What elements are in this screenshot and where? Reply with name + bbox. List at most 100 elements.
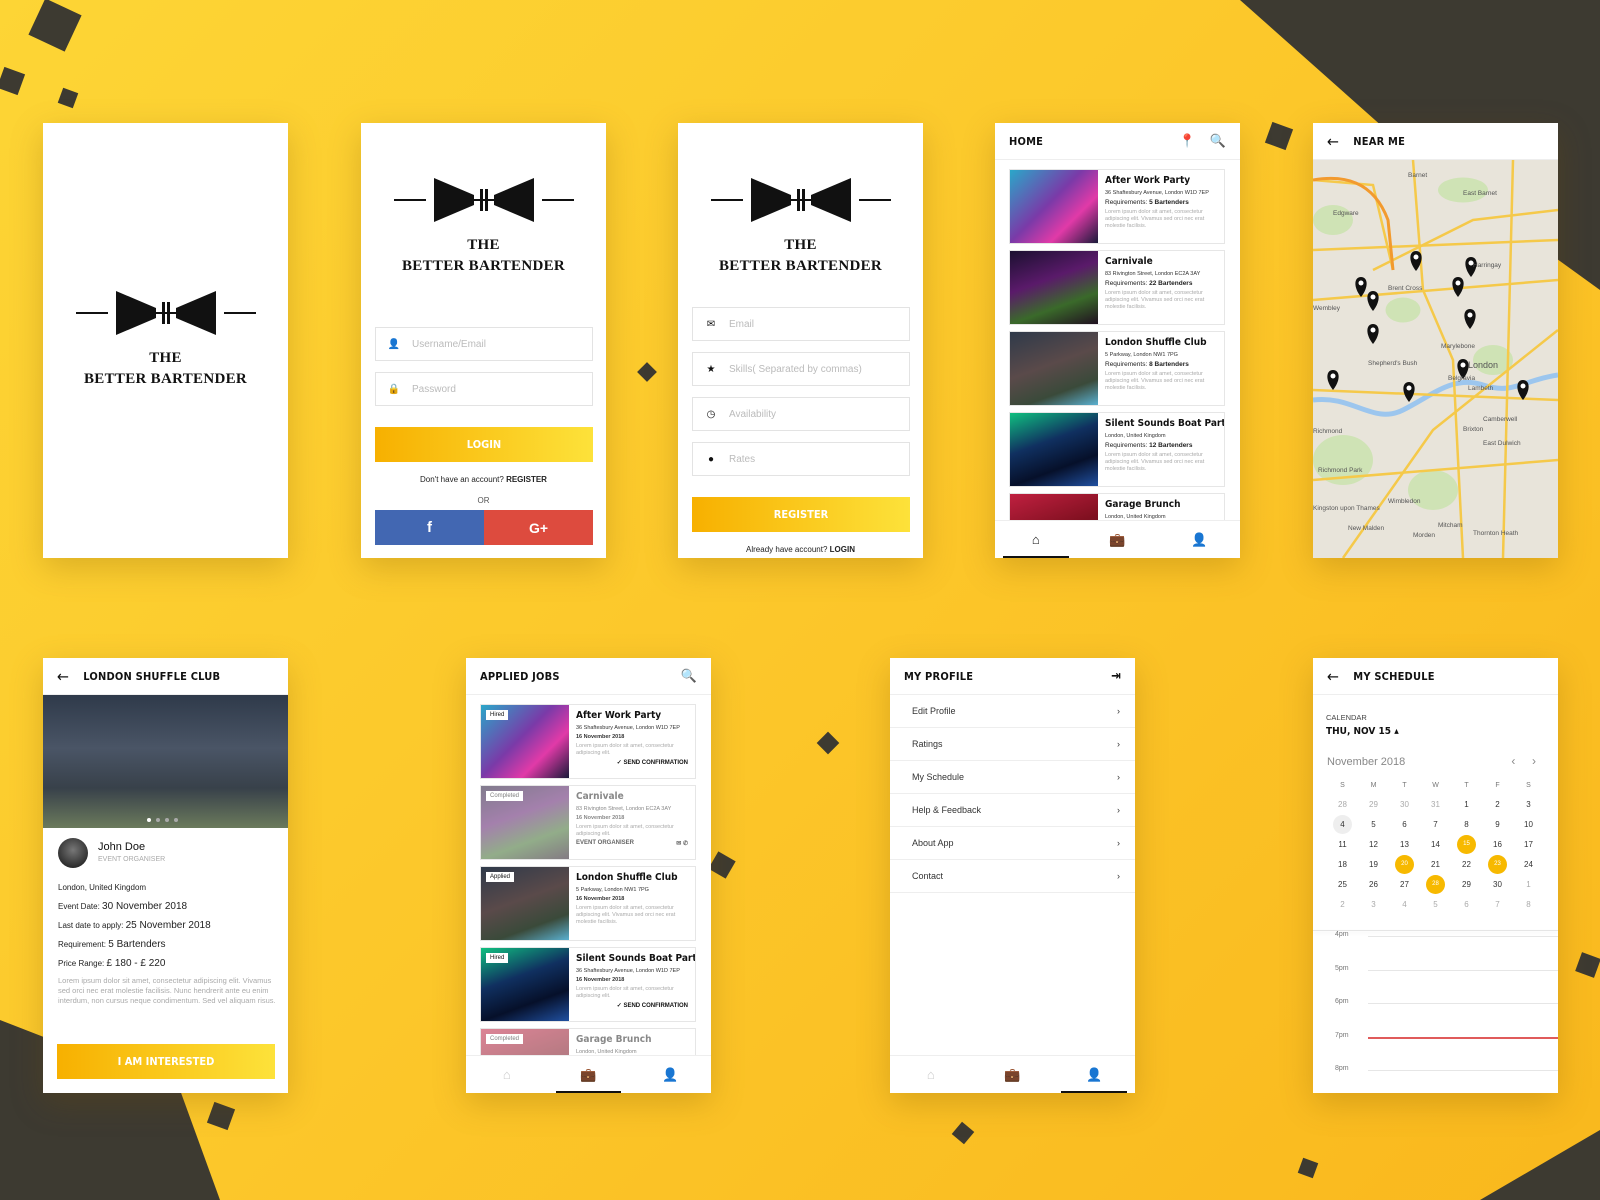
search-icon[interactable]: 🔍 — [1210, 134, 1226, 149]
map-pin-icon[interactable] — [1403, 382, 1415, 402]
nav-home-icon[interactable]: ⌂ — [466, 1056, 548, 1093]
calendar-day[interactable]: 18 — [1327, 854, 1358, 874]
login-button[interactable]: LOGIN — [375, 427, 593, 462]
calendar-day[interactable]: 25 — [1327, 874, 1358, 894]
nav-profile-icon[interactable]: 👤 — [1053, 1056, 1135, 1093]
map-pin-icon[interactable] — [1517, 380, 1529, 400]
calendar-day[interactable]: 1 — [1451, 794, 1482, 814]
username-input[interactable] — [412, 338, 582, 350]
skills-field[interactable]: ★ — [692, 352, 910, 386]
location-pin-icon[interactable]: 📍 — [1179, 134, 1195, 149]
phone-icon[interactable]: ✆ — [683, 840, 688, 847]
next-month-icon[interactable]: › — [1532, 754, 1536, 768]
calendar-day[interactable]: 22 — [1451, 854, 1482, 874]
calendar-day[interactable]: 3 — [1358, 894, 1389, 914]
profile-menu-item[interactable]: Contact › — [890, 860, 1135, 893]
calendar-day[interactable]: 26 — [1358, 874, 1389, 894]
back-arrow-icon[interactable]: ← — [57, 667, 69, 686]
job-card[interactable]: After Work Party 36 Shaftesbury Avenue, L… — [1009, 169, 1225, 244]
calendar-day[interactable]: 27 — [1389, 874, 1420, 894]
availability-input[interactable] — [729, 408, 899, 420]
nav-jobs-icon[interactable]: 💼 — [972, 1056, 1054, 1093]
map-pin-icon[interactable] — [1452, 277, 1464, 297]
hour-row[interactable]: 7pm — [1313, 1032, 1558, 1044]
calendar-day[interactable]: 30 — [1482, 874, 1513, 894]
map-pin-icon[interactable] — [1410, 251, 1422, 271]
username-field[interactable]: 👤 — [375, 327, 593, 361]
nav-profile-icon[interactable]: 👤 — [1158, 521, 1240, 558]
hour-row[interactable]: 8pm — [1313, 1065, 1558, 1077]
back-arrow-icon[interactable]: ← — [1327, 667, 1339, 686]
calendar-day[interactable]: 19 — [1358, 854, 1389, 874]
calendar-day[interactable]: 7 — [1482, 894, 1513, 914]
calendar-day[interactable]: 10 — [1513, 814, 1544, 834]
calendar-day[interactable]: 4 — [1327, 814, 1358, 834]
calendar-day[interactable]: 6 — [1389, 814, 1420, 834]
map-pin-icon[interactable] — [1355, 277, 1367, 297]
job-card[interactable]: Silent Sounds Boat Party London, United K… — [1009, 412, 1225, 487]
calendar-day[interactable]: 9 — [1482, 814, 1513, 834]
hour-row[interactable]: 6pm — [1313, 998, 1558, 1010]
calendar-day[interactable]: 17 — [1513, 834, 1544, 854]
calendar-day[interactable]: 5 — [1358, 814, 1389, 834]
logout-icon[interactable]: ⇥ — [1111, 669, 1121, 684]
calendar-day[interactable]: 13 — [1389, 834, 1420, 854]
facebook-login-button[interactable]: f — [375, 510, 484, 545]
selected-date[interactable]: THU, NOV 15 ▴ — [1326, 726, 1399, 737]
login-link[interactable]: LOGIN — [830, 545, 855, 554]
email-input[interactable] — [729, 318, 899, 330]
calendar-day[interactable]: 4 — [1389, 894, 1420, 914]
map-pin-icon[interactable] — [1367, 324, 1379, 344]
applied-job-card[interactable]: Completed Carnivale 83 Rivington Street, L… — [480, 785, 696, 860]
calendar-day[interactable]: 15 — [1451, 834, 1482, 854]
calendar-day[interactable]: 29 — [1358, 794, 1389, 814]
calendar-day[interactable]: 12 — [1358, 834, 1389, 854]
calendar-day[interactable]: 8 — [1513, 894, 1544, 914]
calendar-day[interactable]: 11 — [1327, 834, 1358, 854]
send-confirmation-button[interactable]: ✓ SEND CONFIRMATION — [576, 759, 688, 766]
calendar-day[interactable]: 28 — [1420, 874, 1451, 894]
map-pin-icon[interactable] — [1464, 309, 1476, 329]
calendar-day[interactable]: 3 — [1513, 794, 1544, 814]
password-input[interactable] — [412, 383, 582, 395]
applied-job-card[interactable]: Hired Silent Sounds Boat Party 36 Shaftesb… — [480, 947, 696, 1022]
hour-row[interactable]: 4pm — [1313, 931, 1558, 943]
send-confirmation-button[interactable]: ✓ SEND CONFIRMATION — [576, 1002, 688, 1009]
prev-month-icon[interactable]: ‹ — [1511, 754, 1515, 768]
calendar-day[interactable]: 1 — [1513, 874, 1544, 894]
calendar-day[interactable]: 21 — [1420, 854, 1451, 874]
availability-field[interactable]: ◷ — [692, 397, 910, 431]
map-pin-icon[interactable] — [1327, 370, 1339, 390]
calendar-day[interactable]: 23 — [1482, 854, 1513, 874]
nav-jobs-icon[interactable]: 💼 — [548, 1056, 630, 1093]
calendar-day[interactable]: 7 — [1420, 814, 1451, 834]
search-icon[interactable]: 🔍 — [681, 669, 697, 684]
calendar-day[interactable]: 28 — [1327, 794, 1358, 814]
calendar-day[interactable]: 31 — [1420, 794, 1451, 814]
calendar-day[interactable]: 29 — [1451, 874, 1482, 894]
job-card[interactable]: Carnivale 83 Rivington Street, London EC2… — [1009, 250, 1225, 325]
profile-menu-item[interactable]: My Schedule › — [890, 761, 1135, 794]
email-field[interactable]: ✉ — [692, 307, 910, 341]
calendar-day[interactable]: 2 — [1482, 794, 1513, 814]
register-button[interactable]: REGISTER — [692, 497, 910, 532]
back-arrow-icon[interactable]: ← — [1327, 132, 1339, 151]
rates-field[interactable]: ● — [692, 442, 910, 476]
hour-row[interactable]: 5pm — [1313, 965, 1558, 977]
google-login-button[interactable]: G+ — [484, 510, 593, 545]
skills-input[interactable] — [729, 363, 899, 375]
job-card[interactable]: London Shuffle Club 5 Parkway, London NW1… — [1009, 331, 1225, 406]
calendar-day[interactable]: 24 — [1513, 854, 1544, 874]
profile-menu-item[interactable]: Ratings › — [890, 728, 1135, 761]
mail-icon[interactable]: ✉ — [676, 840, 681, 847]
applied-job-card[interactable]: Applied London Shuffle Club 5 Parkway, Lon… — [480, 866, 696, 941]
profile-menu-item[interactable]: Help & Feedback › — [890, 794, 1135, 827]
rates-input[interactable] — [729, 453, 899, 465]
nav-jobs-icon[interactable]: 💼 — [1077, 521, 1159, 558]
nav-home-icon[interactable]: ⌂ — [995, 521, 1077, 558]
calendar-day[interactable]: 2 — [1327, 894, 1358, 914]
carousel-dots[interactable] — [147, 818, 178, 822]
calendar-day[interactable]: 20 — [1389, 854, 1420, 874]
profile-menu-item[interactable]: About App › — [890, 827, 1135, 860]
calendar-day[interactable]: 5 — [1420, 894, 1451, 914]
